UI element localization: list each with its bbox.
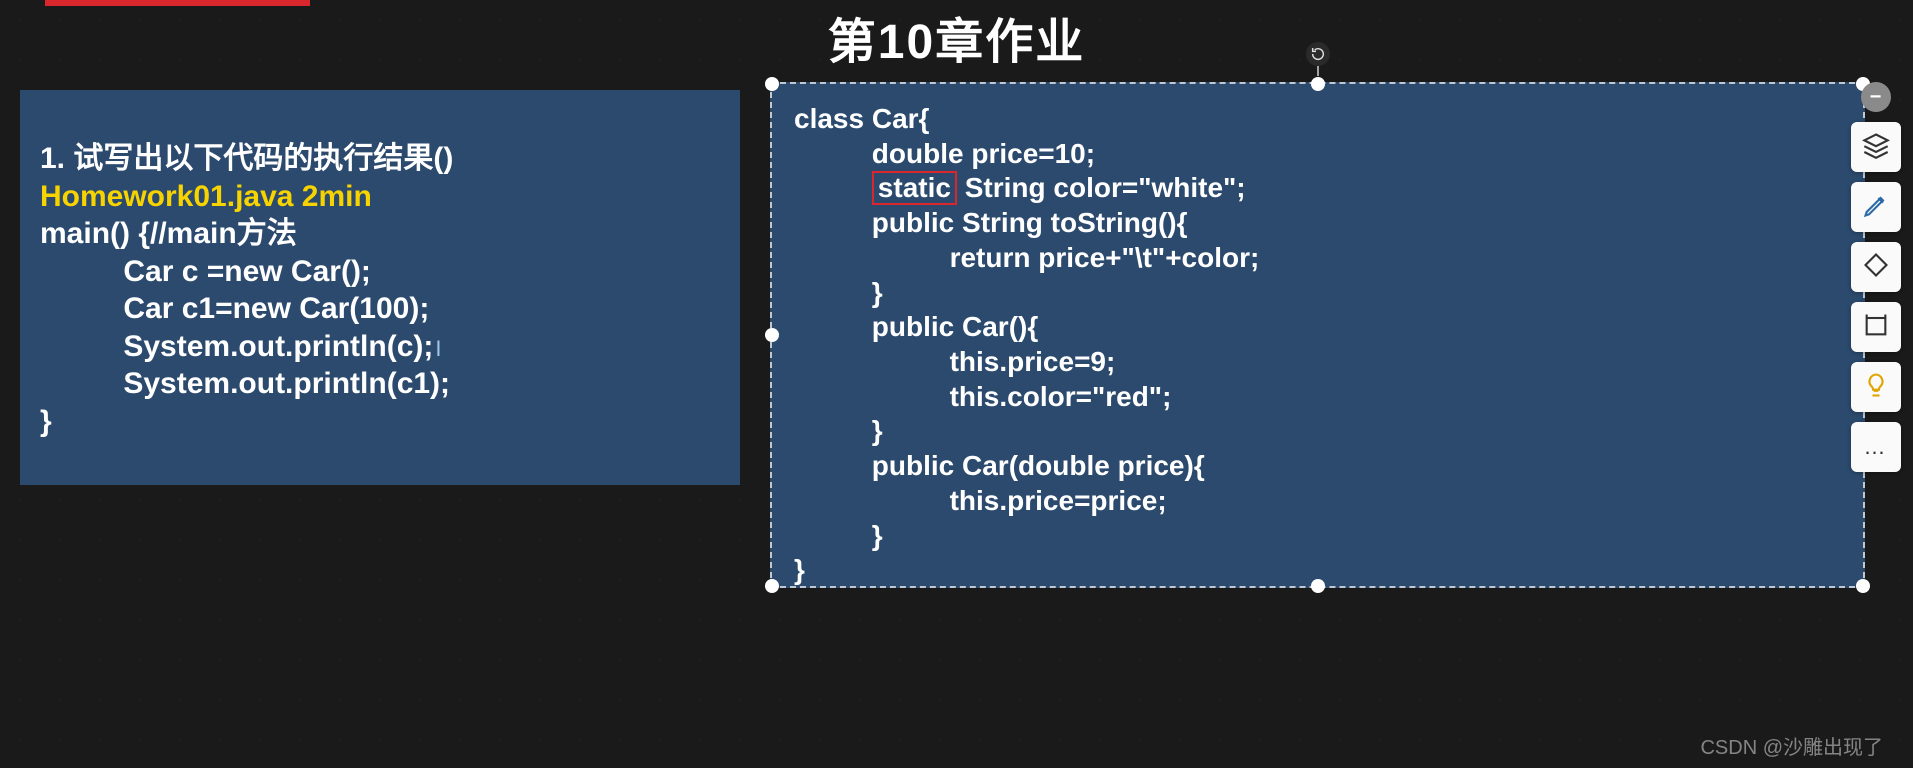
code-line: public Car(double price){ bbox=[794, 449, 1841, 484]
code-line: this.color="red"; bbox=[794, 380, 1841, 415]
layers-icon bbox=[1862, 131, 1890, 164]
code-line: double price=10; bbox=[794, 137, 1841, 172]
pen-button[interactable] bbox=[1851, 182, 1901, 232]
code-text: String color="white"; bbox=[957, 172, 1246, 203]
code-line: } bbox=[794, 519, 1841, 554]
code-line: class Car{ bbox=[794, 102, 1841, 137]
code-line: } bbox=[794, 414, 1841, 449]
pen-icon bbox=[1862, 191, 1890, 224]
right-code-panel[interactable]: class Car{ double price=10; static Strin… bbox=[770, 82, 1865, 588]
question-text: 1. 试写出以下代码的执行结果() bbox=[40, 140, 720, 178]
lightbulb-icon bbox=[1862, 371, 1890, 404]
code-main-sig: main() {//main方法 bbox=[40, 215, 720, 253]
right-toolbar: − … bbox=[1848, 82, 1903, 472]
shape-button[interactable] bbox=[1851, 242, 1901, 292]
rotate-stem bbox=[1317, 66, 1319, 76]
diamond-icon bbox=[1862, 251, 1890, 284]
more-icon: … bbox=[1864, 434, 1888, 460]
frame-button[interactable] bbox=[1851, 302, 1901, 352]
code-line: System.out.println(c1); bbox=[40, 365, 720, 403]
watermark-text: CSDN @沙雕出现了 bbox=[1700, 731, 1883, 760]
code-text: System.out.println(c); bbox=[40, 330, 433, 363]
text-caret-icon: I bbox=[433, 336, 441, 361]
resize-handle-top-left[interactable] bbox=[765, 77, 779, 91]
indent bbox=[794, 172, 872, 203]
right-panel-wrapper[interactable]: class Car{ double price=10; static Strin… bbox=[770, 82, 1865, 588]
resize-handle-mid-top[interactable] bbox=[1311, 77, 1325, 91]
resize-handle-mid-bottom[interactable] bbox=[1311, 579, 1325, 593]
code-line: public String toString(){ bbox=[794, 206, 1841, 241]
page-title: 第10章作业 bbox=[828, 2, 1085, 72]
resize-handle-mid-left[interactable] bbox=[765, 328, 779, 342]
code-line: this.price=9; bbox=[794, 345, 1841, 380]
code-line: this.price=price; bbox=[794, 484, 1841, 519]
code-close: } bbox=[40, 403, 720, 441]
resize-handle-bottom-left[interactable] bbox=[765, 579, 779, 593]
frame-icon bbox=[1862, 311, 1890, 344]
left-code-panel: 1. 试写出以下代码的执行结果() Homework01.java 2min m… bbox=[20, 90, 740, 485]
filename-line: Homework01.java 2min bbox=[40, 178, 720, 216]
highlighted-keyword: static bbox=[872, 171, 957, 204]
code-line: } bbox=[794, 276, 1841, 311]
code-line: Car c =new Car(); bbox=[40, 253, 720, 291]
layers-button[interactable] bbox=[1851, 122, 1901, 172]
more-button[interactable]: … bbox=[1851, 422, 1901, 472]
top-accent-bar bbox=[45, 0, 310, 6]
code-line-with-cursor: System.out.println(c);I bbox=[40, 328, 720, 366]
code-line: Car c1=new Car(100); bbox=[40, 290, 720, 328]
code-line: public Car(){ bbox=[794, 310, 1841, 345]
code-line-static: static String color="white"; bbox=[794, 171, 1841, 206]
code-line: return price+"\t"+color; bbox=[794, 241, 1841, 276]
idea-button[interactable] bbox=[1851, 362, 1901, 412]
rotate-handle-icon[interactable] bbox=[1306, 42, 1330, 66]
resize-handle-bottom-right[interactable] bbox=[1856, 579, 1870, 593]
collapse-button[interactable]: − bbox=[1861, 82, 1891, 112]
